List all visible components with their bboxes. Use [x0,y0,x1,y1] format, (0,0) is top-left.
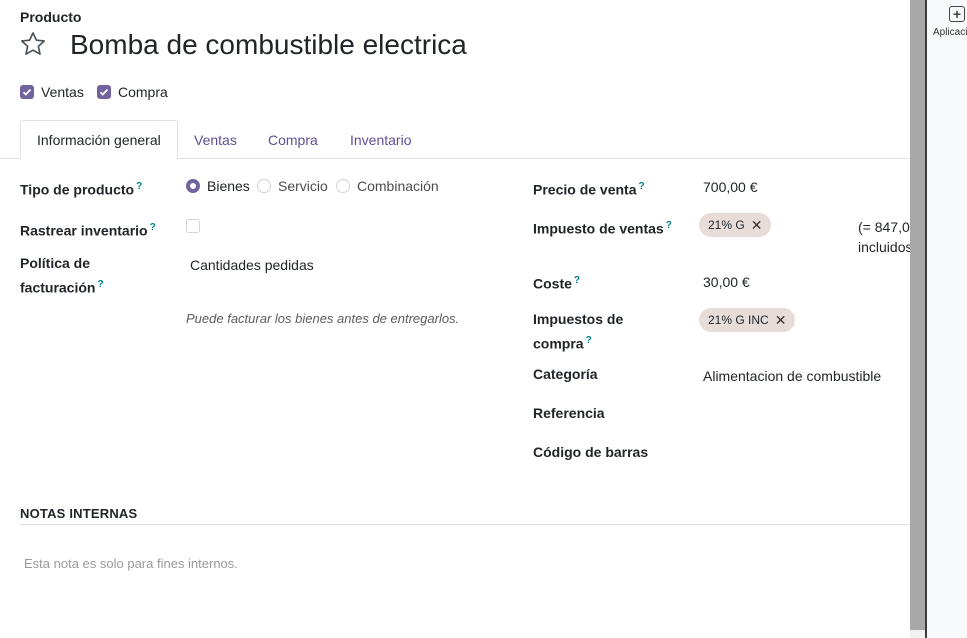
barcode-label: Código de barras [533,444,649,460]
sales-tax-tag: 21% G ✕ [699,213,772,237]
sales-price-label-text: Precio de venta [533,181,637,198]
radio-unselected-icon [257,179,271,193]
radio-goods[interactable]: Bienes [186,178,250,194]
form-label: Producto [20,9,82,25]
radio-combo-label: Combinación [357,178,439,194]
remove-tag-close-icon[interactable]: ✕ [751,218,763,232]
purchase-tax-label-line1: Impuestos de [533,311,624,327]
barcode-field[interactable] [703,444,903,462]
category-label: Categoría [533,366,598,382]
reference-label: Referencia [533,405,605,421]
sales-price-field[interactable]: 700,00 € [703,179,758,195]
tab-general-information[interactable]: Información general [20,120,178,160]
scrollbar-thumb[interactable] [910,0,925,630]
help-tooltip-icon[interactable]: ? [586,335,592,346]
tax-note-line2: incluidos [858,239,910,255]
product-name-field[interactable]: Bomba de combustible electrica [70,29,467,61]
help-tooltip-icon[interactable]: ? [97,279,103,290]
checkbox-checked-icon [97,85,111,99]
tax-note-line1: (= 847,0 [858,219,910,235]
plus-square-icon[interactable]: + [949,6,965,22]
track-inventory-label-text: Rastrear inventario [20,222,148,239]
reference-field[interactable] [703,405,903,423]
page: Producto Bomba de combustible electrica … [0,0,967,638]
purchase-tax-tag: 21% G INC ✕ [699,308,796,332]
help-tooltip-icon[interactable]: ? [666,220,672,231]
help-tooltip-icon[interactable]: ? [150,222,156,233]
product-form-sheet: Producto Bomba de combustible electrica … [0,0,910,638]
radio-service-label: Servicio [278,178,328,194]
tab-inventory[interactable]: Inventario [334,120,427,159]
tab-sales[interactable]: Ventas [178,120,253,159]
checkbox-checked-icon [20,85,34,99]
help-tooltip-icon[interactable]: ? [639,181,645,192]
track-inventory-label: Rastrear inventario? [20,217,156,242]
product-type-label: Tipo de producto? [20,176,142,201]
radio-unselected-icon [336,179,350,193]
side-panel-apps-label[interactable]: Aplicacio [933,27,967,38]
invoice-policy-label-line2: facturación [20,279,96,296]
invoice-policy-label: Política de facturación? [20,253,104,299]
remove-tag-close-icon[interactable]: ✕ [775,313,787,327]
sales-tax-label: Impuesto de ventas? [533,215,672,240]
form-tabs: Información general Ventas Compra Invent… [0,120,910,160]
track-inventory-checkbox[interactable] [186,219,200,233]
tax-included-note: (= 847,0 incluidos [858,217,910,257]
cost-field[interactable]: 30,00 € [703,274,750,290]
cost-label-text: Coste [533,275,572,292]
internal-notes-divider [20,524,910,525]
radio-selected-icon [186,179,200,193]
purchase-tax-tag-label: 21% G INC [708,313,769,327]
radio-goods-label: Bienes [207,178,250,194]
help-tooltip-icon[interactable]: ? [136,181,142,192]
can-be-purchased-label: Compra [118,84,168,100]
invoice-policy-hint: Puede facturar los bienes antes de entre… [186,311,460,326]
internal-notes-input[interactable]: Esta nota es solo para fines internos. [24,556,238,571]
tab-purchase[interactable]: Compra [252,120,334,159]
purchase-tax-label: Impuestos de compra? [533,309,623,355]
sales-tax-label-text: Impuesto de ventas [533,220,664,237]
cost-label: Coste? [533,270,580,295]
category-field[interactable]: Alimentacion de combustible [703,368,881,384]
vertical-scrollbar[interactable] [910,0,925,638]
can-be-sold-label: Ventas [41,84,84,100]
help-tooltip-icon[interactable]: ? [574,275,580,286]
invoice-policy-select[interactable]: Cantidades pedidas [190,257,314,273]
radio-combo[interactable]: Combinación [336,178,439,194]
sales-tax-tag-label: 21% G [708,218,745,232]
can-be-sold-checkbox[interactable]: Ventas [20,84,84,100]
can-be-purchased-checkbox[interactable]: Compra [97,84,168,100]
internal-notes-title: NOTAS INTERNAS [20,506,138,521]
side-panel [925,0,967,638]
favorite-star-icon[interactable] [19,30,47,58]
sales-price-label: Precio de venta? [533,176,645,201]
invoice-policy-label-line1: Política de [20,255,91,271]
product-type-label-text: Tipo de producto [20,181,135,198]
radio-service[interactable]: Servicio [257,178,328,194]
purchase-tax-label-line2: compra [533,335,584,352]
